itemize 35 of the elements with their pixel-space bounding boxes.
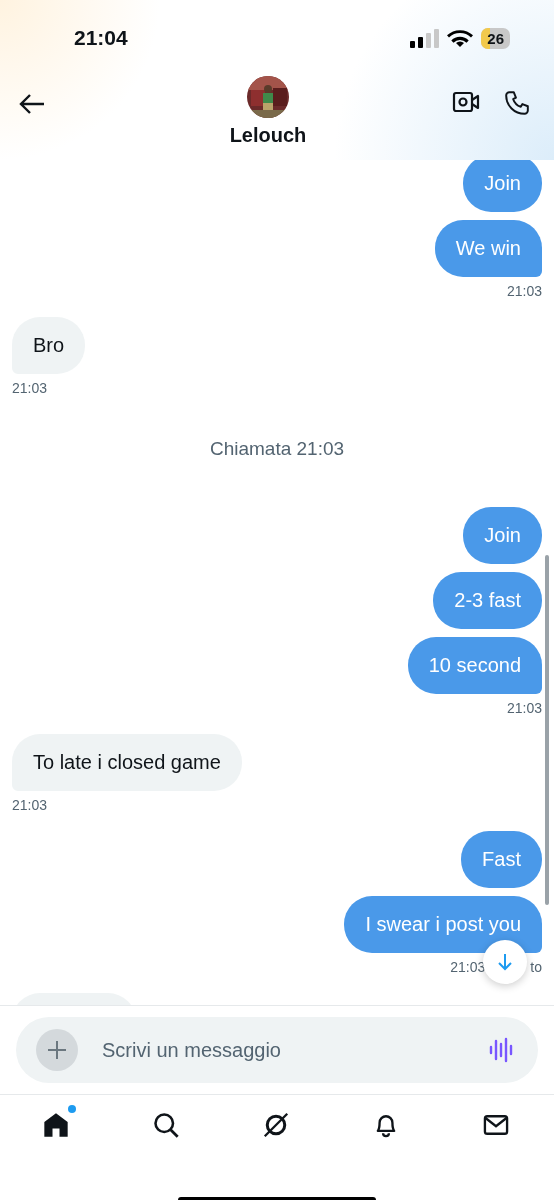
message-time: 21:03 bbox=[506, 700, 542, 718]
search-icon bbox=[152, 1111, 180, 1139]
add-button[interactable] bbox=[36, 1029, 78, 1071]
slashed-circle-icon bbox=[261, 1110, 291, 1140]
read-status: to bbox=[530, 959, 542, 977]
scroll-down-button[interactable] bbox=[483, 940, 527, 984]
message-time: 21:03 bbox=[12, 797, 48, 815]
sent-message-bubble: We win bbox=[434, 220, 542, 277]
message-time: 21:03 bbox=[12, 380, 48, 398]
message-field[interactable]: Scrivi un messaggio bbox=[100, 1037, 466, 1063]
notification-dot bbox=[68, 1105, 76, 1113]
phone-icon[interactable] bbox=[504, 90, 530, 116]
sent-message-bubble: Fast bbox=[461, 831, 542, 888]
contact-name: Lelouch bbox=[229, 124, 307, 147]
plus-icon bbox=[46, 1039, 68, 1061]
home-icon bbox=[42, 1111, 70, 1139]
received-message-bubble: To late i closed game bbox=[12, 734, 242, 791]
scrollbar[interactable] bbox=[545, 555, 549, 905]
sent-message-bubble: I swear i post you bbox=[344, 896, 542, 953]
sent-message-bubble: Join bbox=[463, 160, 542, 212]
message-field[interactable]: Scrivi un messaggio bbox=[16, 1017, 538, 1083]
signal-icon bbox=[409, 28, 440, 48]
wifi-icon bbox=[447, 28, 474, 48]
sent-message-bubble: 2-3 fast bbox=[433, 572, 542, 629]
voice-wave-icon[interactable] bbox=[488, 1037, 514, 1063]
message-time: 21:03 bbox=[450, 959, 486, 977]
received-message-bubble: Bro bbox=[12, 317, 86, 374]
down-arrow-icon bbox=[496, 952, 514, 972]
call-event-label: Chiamata 21:03 bbox=[208, 437, 346, 461]
sent-message-bubble: Join bbox=[463, 507, 542, 564]
status-time: 21:04 bbox=[74, 26, 128, 50]
video-call-icon[interactable] bbox=[452, 90, 480, 114]
message-time: 21:03 bbox=[506, 283, 542, 301]
sent-message-bubble: 10 second bbox=[407, 637, 542, 694]
back-arrow-icon[interactable] bbox=[18, 92, 46, 116]
